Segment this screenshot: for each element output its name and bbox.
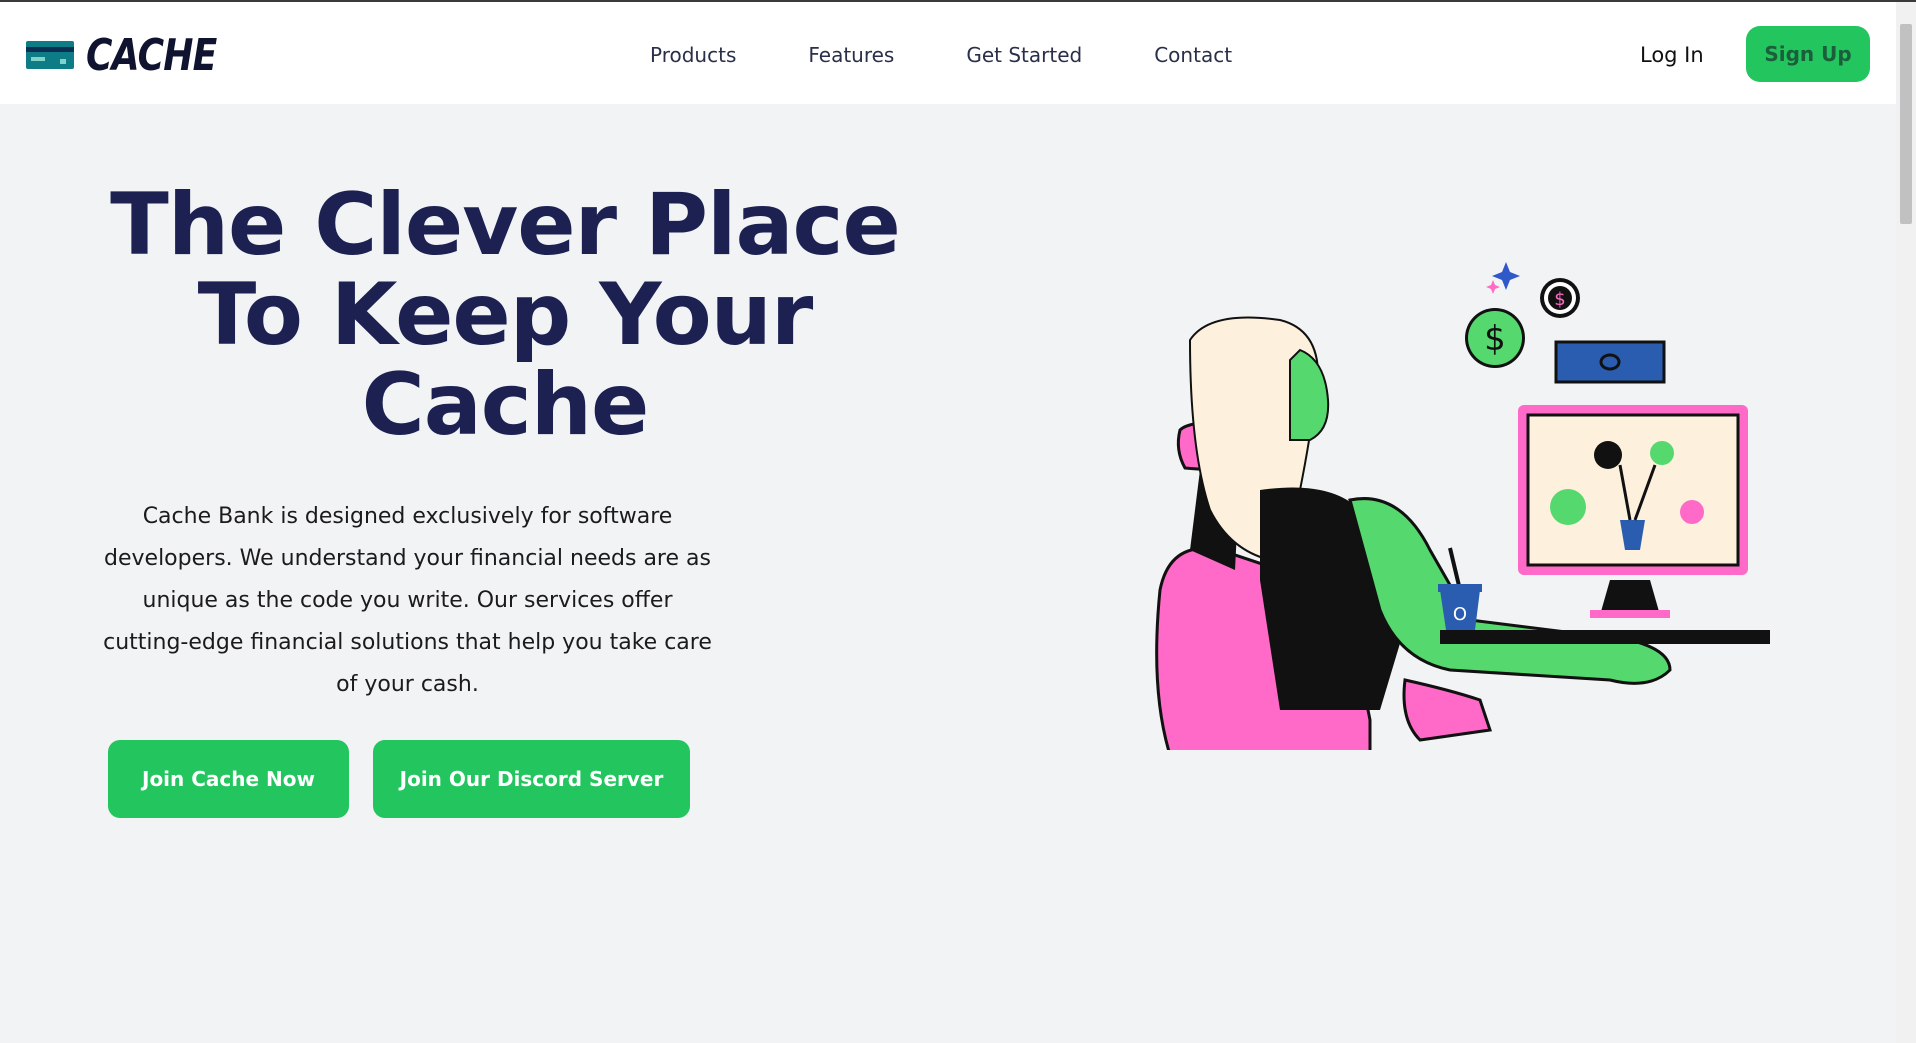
coin-icon: $ xyxy=(1465,308,1525,368)
hero-illustration: $ $ O xyxy=(1155,262,1770,750)
sparkle-icon xyxy=(1486,262,1520,294)
hero-description: Cache Bank is designed exclusively for s… xyxy=(103,504,712,697)
hero-title-line3: Cache xyxy=(361,355,650,455)
nav-get-started[interactable]: Get Started xyxy=(966,40,1082,70)
credit-card-icon xyxy=(26,41,74,69)
scrollbar-thumb[interactable] xyxy=(1900,24,1912,224)
coin-icon: $ xyxy=(1540,278,1580,318)
site-header: CACHE Products Features Get Started Cont… xyxy=(0,2,1896,104)
hero-title: The Clever Place To Keep Your Cache xyxy=(80,180,930,450)
page-scrollbar[interactable] xyxy=(1896,2,1916,1043)
cup-icon: O xyxy=(1438,547,1482,630)
monitor-icon xyxy=(1518,405,1748,618)
banknote-icon xyxy=(1554,340,1666,384)
svg-text:$: $ xyxy=(1554,289,1565,310)
join-discord-button[interactable]: Join Our Discord Server xyxy=(373,740,690,818)
join-cache-button[interactable]: Join Cache Now xyxy=(108,740,349,818)
login-link[interactable]: Log In xyxy=(1640,40,1704,70)
main-nav: Products Features Get Started Contact xyxy=(650,40,1304,70)
signup-button[interactable]: Sign Up xyxy=(1746,26,1870,82)
svg-text:$: $ xyxy=(1484,319,1506,359)
nav-contact[interactable]: Contact xyxy=(1154,40,1232,70)
nav-features[interactable]: Features xyxy=(808,40,894,70)
nav-products[interactable]: Products xyxy=(650,40,736,70)
brand-name: CACHE xyxy=(86,29,217,81)
hero-title-line2: To Keep Your xyxy=(197,265,814,365)
brand-logo[interactable]: CACHE xyxy=(26,29,245,81)
hero-title-line1: The Clever Place xyxy=(110,175,901,275)
svg-text:O: O xyxy=(1453,604,1467,625)
